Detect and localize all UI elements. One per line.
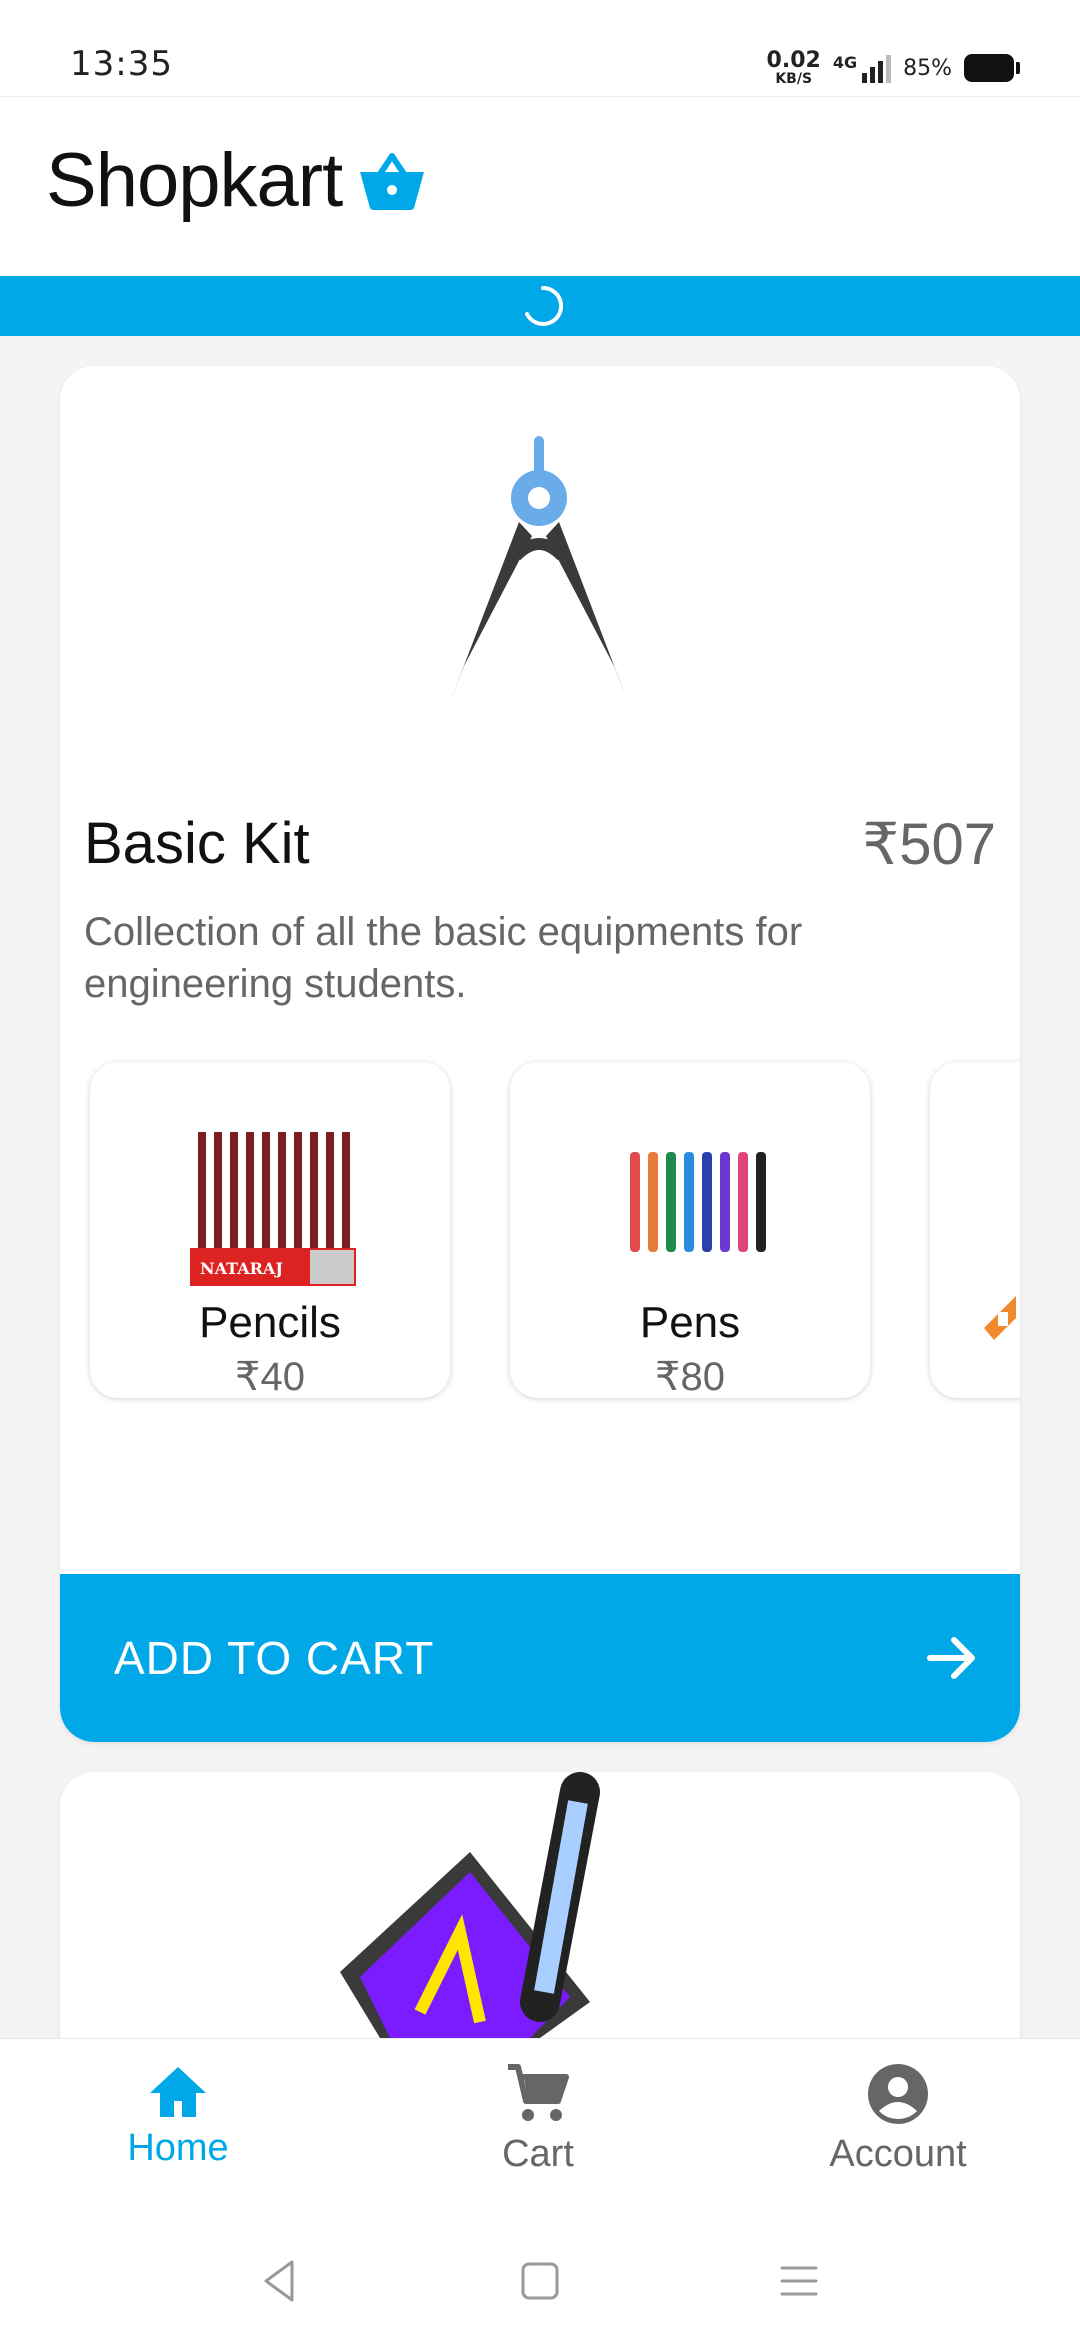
network-speed: 0.02 KB/S [766,48,821,87]
svg-text:NATARAJ: NATARAJ [200,1259,283,1278]
kit-item-name: Pens [639,1298,741,1347]
nav-home-label: Home [127,2127,229,2169]
geometry-kit-image [340,1772,600,2038]
item-image-partial [984,1296,1016,1340]
add-to-cart-label: ADD TO CART [114,1632,435,1684]
network-speed-unit: KB/S [775,71,813,87]
pencils-image: NATARAJ [190,1132,356,1286]
nav-cart-label: Cart [502,2133,574,2175]
kit-item-price: ₹40 [235,1355,305,1399]
signal-icon: 4G [832,53,892,83]
kit-item-card[interactable]: NATARAJ Pencils ₹40 [90,1062,450,1399]
status-bar: 13:35 0.02 KB/S 4G 85% [0,0,1080,96]
back-icon[interactable] [256,2256,306,2306]
add-to-cart-button[interactable]: ADD TO CART [60,1574,1020,1742]
kit-item-card[interactable]: Pens ₹80 [510,1062,870,1399]
nav-home[interactable]: Home [58,2063,298,2170]
app-bar: Shopkart [0,96,1080,276]
home-square-icon[interactable] [515,2256,565,2306]
nav-account-label: Account [829,2133,967,2175]
pens-image [630,1152,766,1252]
product-price: ₹507 [862,812,996,877]
account-circle-icon [868,2064,928,2124]
home-icon [150,2067,206,2117]
arrow-right-icon [927,1637,975,1679]
battery-percent: 85% [903,55,952,81]
nav-cart[interactable]: Cart [418,2063,658,2176]
nav-account[interactable]: Account [778,2063,1018,2176]
product-description: Collection of all the basic equipments f… [84,910,803,1006]
kit-item-name: Pencils [199,1298,341,1347]
battery-icon [964,54,1020,82]
menu-icon[interactable] [774,2256,824,2306]
network-speed-value: 0.02 [766,48,821,73]
app-name: Shopkart [46,138,343,223]
bottom-navigation: Home Cart Account [0,2038,1080,2218]
loading-indicator [0,276,1080,336]
compass-image [450,436,628,702]
loading-spinner-icon [525,285,564,326]
status-time: 13:35 [70,44,173,84]
product-card[interactable]: Basic Kit ₹507 Collection of all the bas… [60,366,1020,1742]
brand: Shopkart [46,137,426,224]
system-navigation-bar [0,2218,1080,2340]
shopping-basket-icon [360,152,425,210]
network-type: 4G [832,53,858,72]
kit-items-carousel[interactable]: NATARAJ Pencils ₹40 Pens ₹80 [60,1042,1020,1442]
product-title: Basic Kit [84,811,310,876]
kit-item-card-partial[interactable] [930,1062,1020,1398]
cart-icon [508,2064,569,2121]
kit-item-price: ₹80 [655,1355,725,1399]
status-indicators: 0.02 KB/S 4G 85% [766,44,1020,92]
